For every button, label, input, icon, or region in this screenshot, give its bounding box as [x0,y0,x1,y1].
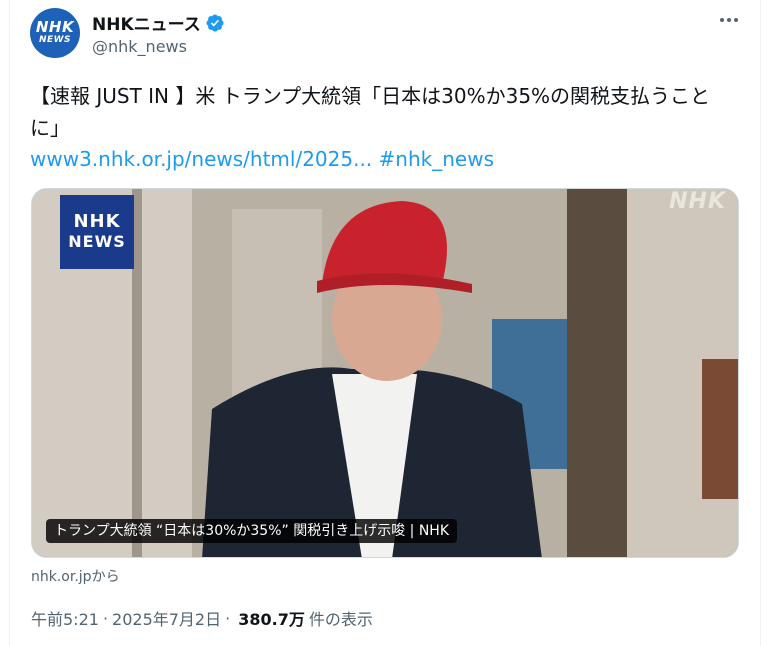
tweet-links: www3.nhk.or.jp/news/html/2025... #nhk_ne… [30,145,494,173]
avatar-text-news: NEWS [38,35,72,45]
hashtag-link[interactable]: #nhk_news [379,147,494,171]
media-caption: トランプ大統領 “日本は30%か35%” 関税引き上げ示唆 | NHK [46,519,458,543]
nhk-news-badge: NHK NEWS [60,195,134,269]
meta-separator: · [102,608,109,628]
tweet-text: 【速報 JUST IN 】米 トランプ大統領「日本は30%か35%の関税支払うこ… [30,84,711,140]
views-label: 件の表示 [308,610,373,629]
author-handle[interactable]: @nhk_news [92,37,187,56]
meta-separator: · [225,608,231,628]
tweet-meta: 午前5:21 · 2025年7月2日 · 380.7万 件の表示 [31,606,373,630]
tweet-time[interactable]: 午前5:21 [31,606,99,630]
nhk-watermark: NHK [669,189,726,214]
display-name[interactable]: NHKニュース [92,10,201,35]
media-source[interactable]: nhk.or.jpから [31,566,120,586]
media-image[interactable]: NHK NEWS NHK トランプ大統領 “日本は30%か35%” 関税引き上げ… [31,188,739,558]
avatar[interactable]: NHK NEWS [30,8,80,58]
tweet-card: NHK NEWS NHKニュース @nhk_news 【速報 JUST IN 】… [9,0,761,646]
tweet-date[interactable]: 2025年7月2日 [112,606,221,630]
badge-text-news: NEWS [68,232,126,251]
media-photo-scene [32,189,738,557]
more-horizontal-icon[interactable] [716,10,742,30]
views-count: 380.7万 [238,610,305,629]
author-name-row: NHKニュース [92,10,225,35]
verified-badge-icon [206,13,224,32]
badge-text-nhk: NHK [73,211,121,232]
article-link[interactable]: www3.nhk.or.jp/news/html/2025... [30,147,372,171]
avatar-text-nhk: NHK [35,18,75,36]
